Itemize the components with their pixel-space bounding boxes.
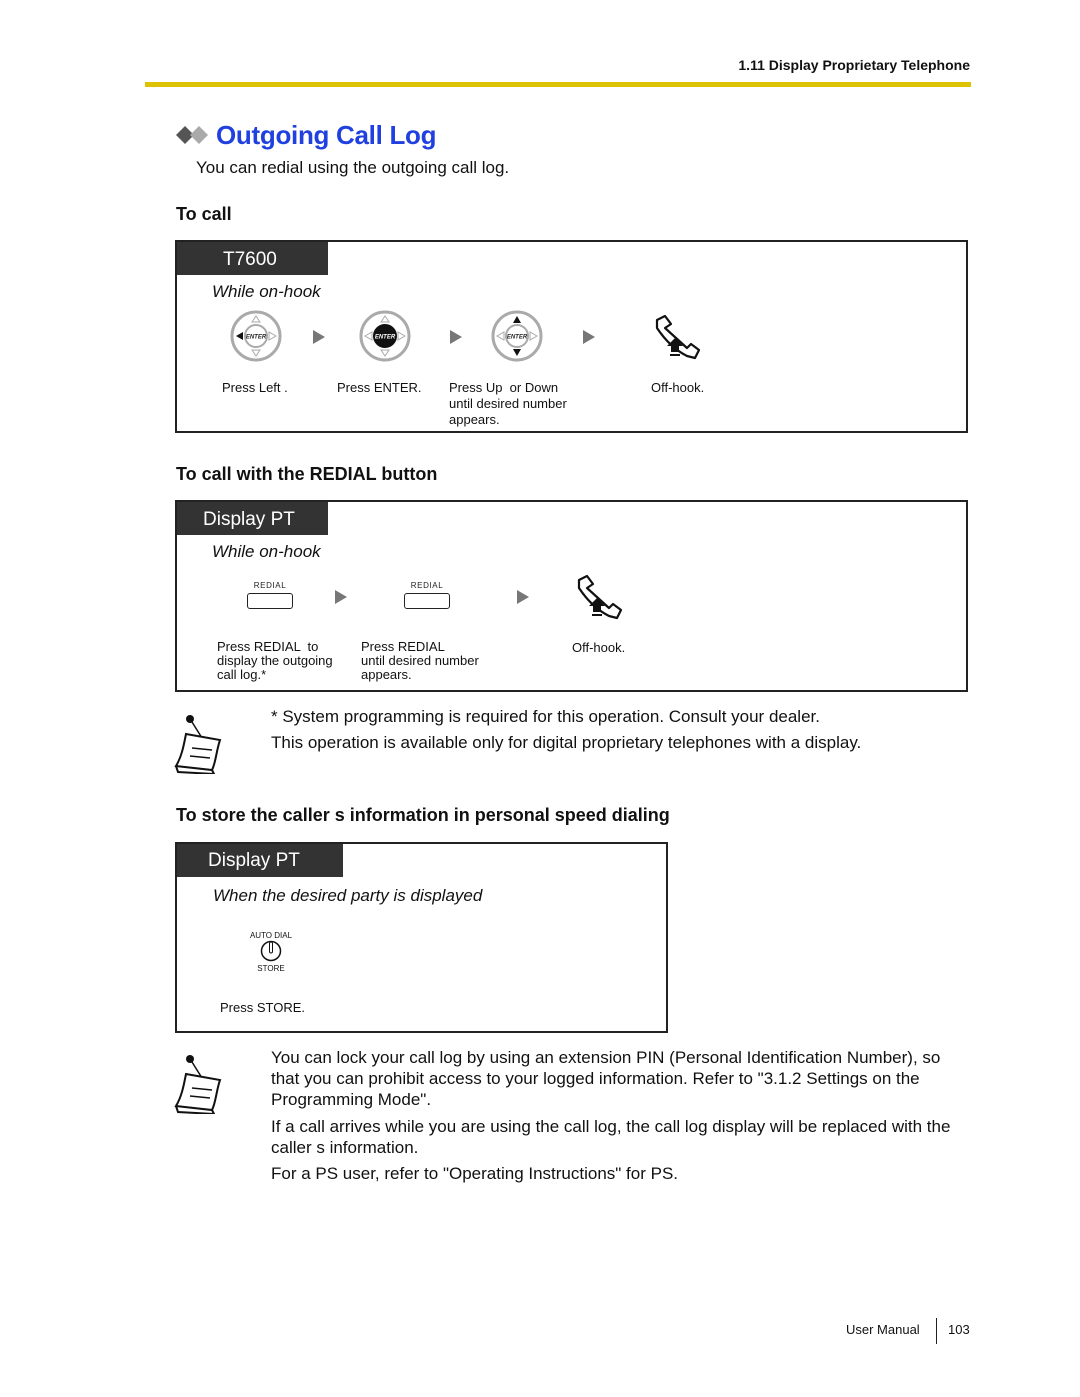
note-text: * System programming is required for thi… <box>271 707 820 726</box>
step-caption: Off-hook. <box>572 640 626 655</box>
section-heading-store: To store the caller s information in per… <box>176 805 670 825</box>
phone-type-tag: Display PT <box>177 844 343 877</box>
section-heading-to-call: To call <box>176 204 232 224</box>
navigator-up-down-icon: ENTER <box>491 310 543 362</box>
step-arrow-icon <box>583 330 595 344</box>
step-caption: Press STORE. <box>220 1000 306 1015</box>
redial-key-label: REDIAL <box>253 581 287 590</box>
page-title: Outgoing Call Log <box>216 120 437 150</box>
condition-text: When the desired party is displayed <box>213 886 483 905</box>
section-heading-redial: To call with the REDIAL button <box>176 464 438 484</box>
step-arrow-icon <box>313 330 325 344</box>
procedure-box-display-pt-redial: Display PT While on-hook REDIAL REDIAL P… <box>175 500 968 692</box>
footer-label: User Manual <box>846 1322 920 1337</box>
note-paragraph: You can lock your call log by using an e… <box>271 1048 941 1109</box>
phone-type-tag: Display PT <box>177 502 328 535</box>
condition-text: While on-hook <box>212 542 321 561</box>
step-caption: Off-hook. <box>651 380 705 395</box>
page-number: 103 <box>948 1322 970 1337</box>
navigator-enter-icon: ENTER <box>359 310 411 362</box>
notepad-icon <box>174 715 222 774</box>
note-text: This operation is available only for dig… <box>271 733 862 752</box>
notepad-icon <box>174 1055 222 1114</box>
footer-divider <box>936 1318 937 1344</box>
svg-text:ENTER: ENTER <box>507 335 528 341</box>
section-header: 1.11 Display Proprietary Telephone <box>738 57 970 73</box>
note-paragraph: For a PS user, refer to "Operating Instr… <box>271 1164 679 1183</box>
redial-key-icon <box>404 593 450 609</box>
step-caption: Press Left . <box>222 380 288 395</box>
off-hook-icon <box>655 314 701 360</box>
store-label: STORE <box>257 964 285 973</box>
condition-text: While on-hook <box>212 282 321 301</box>
step-arrow-icon <box>335 590 347 604</box>
redial-key-label: REDIAL <box>410 581 444 590</box>
step-caption: Press Up or Down until desired number ap… <box>449 380 567 427</box>
header-rule <box>145 82 971 87</box>
step-arrow-icon <box>450 330 462 344</box>
svg-text:ENTER: ENTER <box>246 335 267 341</box>
phone-type-tag: T7600 <box>177 242 328 275</box>
off-hook-icon <box>577 574 623 620</box>
step-caption: Press REDIAL to display the outgoing cal… <box>217 639 333 682</box>
navigator-left-icon: ENTER <box>230 310 282 362</box>
redial-key-icon <box>247 593 293 609</box>
double-diamond-icon <box>176 126 208 144</box>
auto-dial-store-key-icon <box>260 940 282 962</box>
step-caption: Press REDIAL until desired number appear… <box>361 639 479 682</box>
step-caption: Press ENTER. <box>337 380 422 395</box>
svg-text:ENTER: ENTER <box>375 335 396 341</box>
procedure-box-t7600: T7600 While on-hook ENTER ENTER ENTER Pr… <box>175 240 968 433</box>
procedure-box-display-pt-store: Display PT When the desired party is dis… <box>175 842 668 1033</box>
step-arrow-icon <box>517 590 529 604</box>
intro-text: You can redial using the outgoing call l… <box>196 158 510 177</box>
note-paragraph: If a call arrives while you are using th… <box>271 1117 951 1157</box>
auto-dial-label: AUTO DIAL <box>249 931 293 940</box>
